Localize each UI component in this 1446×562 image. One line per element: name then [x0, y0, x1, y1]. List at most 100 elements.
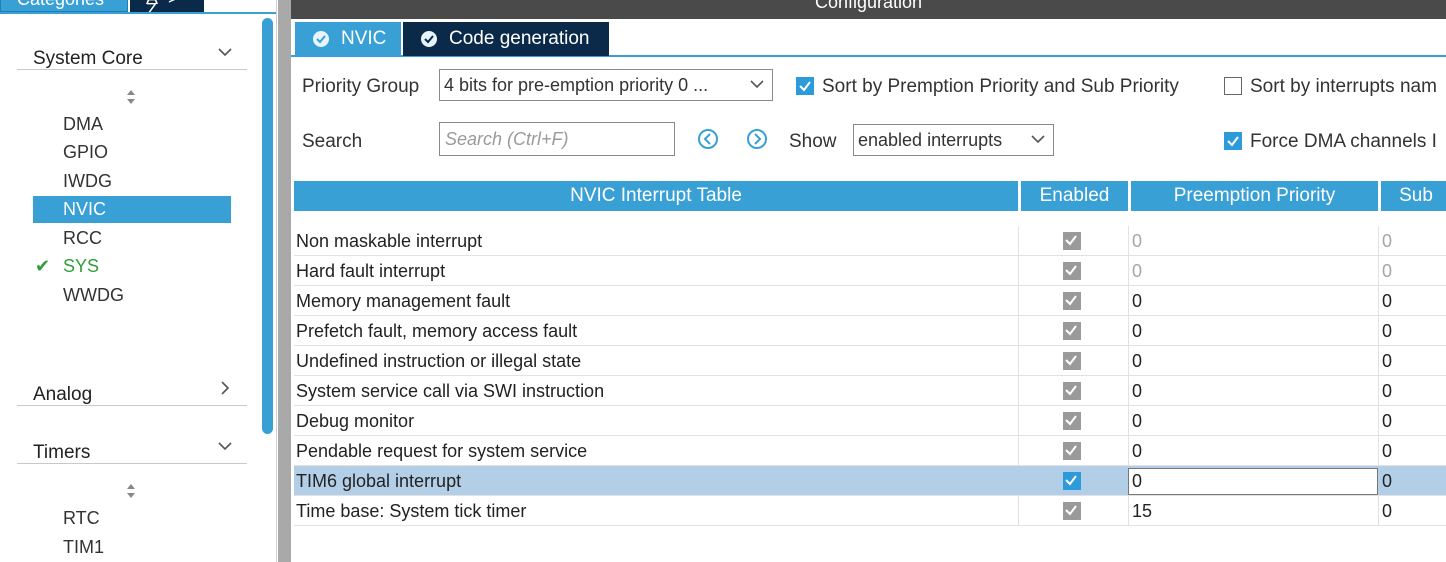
interrupt-name: Time base: System tick timer [296, 501, 527, 521]
scroll-up-down-icon[interactable] [125, 482, 137, 500]
sidebar-item-wwdg[interactable]: WWDG [33, 282, 231, 309]
sub-priority-value[interactable]: 0 [1382, 316, 1392, 347]
sub-priority-value[interactable]: 0 [1382, 376, 1392, 407]
sort-premption-checkbox[interactable] [796, 77, 814, 95]
scrollbar-thumb[interactable] [262, 18, 273, 434]
table-row[interactable]: Pendable request for system service 0 0 [294, 436, 1446, 466]
tab-categories[interactable]: Categories [0, 0, 128, 12]
checkmark-icon [1065, 295, 1077, 306]
sidebar-item-label: RTC [63, 508, 100, 528]
enabled-checkbox[interactable] [1063, 442, 1081, 460]
interrupt-name: Undefined instruction or illegal state [296, 351, 582, 371]
tab-code-generation[interactable]: Code generation [403, 22, 609, 56]
enabled-checkbox[interactable] [1063, 232, 1081, 250]
sidebar-item-rcc[interactable]: RCC [33, 225, 231, 252]
check-circle-icon [313, 31, 329, 47]
search-next-icon[interactable] [746, 128, 768, 150]
interrupt-name: Prefetch fault, memory access fault [296, 321, 578, 341]
sort-premption-label: Sort by Premption Priority and Sub Prior… [822, 76, 1179, 97]
search-label: Search [302, 131, 363, 152]
sub-priority-value[interactable]: 0 [1382, 436, 1392, 467]
column-header-sub[interactable]: Sub [1381, 181, 1446, 211]
preemption-priority-value[interactable]: 0 [1132, 286, 1142, 317]
enabled-checkbox[interactable] [1063, 382, 1081, 400]
sidebar-item-dma[interactable]: DMA [33, 111, 231, 138]
group-analog[interactable]: Analog [17, 370, 247, 406]
table-row[interactable]: Hard fault interrupt 0 0 [294, 256, 1446, 286]
sub-priority-value[interactable]: 0 [1382, 346, 1392, 377]
interrupt-name: Non maskable interrupt [296, 231, 483, 251]
tab-a-z[interactable]: A -> Z [130, 0, 204, 19]
checkmark-icon [1065, 385, 1077, 396]
chevron-right-icon [221, 381, 230, 395]
enabled-checkbox[interactable] [1063, 412, 1081, 430]
tab-nvic-label: NVIC [341, 28, 387, 49]
preemption-priority-value[interactable]: 0 [1132, 436, 1142, 467]
preemption-priority-value[interactable]: 15 [1132, 496, 1152, 527]
interrupt-name: Pendable request for system service [296, 441, 588, 461]
sidebar-item-tim1[interactable]: TIM1 [33, 534, 231, 561]
sub-priority-value[interactable]: 0 [1382, 496, 1392, 527]
sort-name-checkbox[interactable] [1224, 77, 1242, 95]
table-row[interactable]: Prefetch fault, memory access fault 0 0 [294, 316, 1446, 346]
preemption-priority-value[interactable]: 0 [1132, 406, 1142, 437]
interrupt-name: Debug monitor [296, 411, 415, 431]
sub-priority-value[interactable]: 0 [1382, 226, 1392, 257]
sidebar-item-sys[interactable]: ✔ SYS [33, 253, 231, 280]
group-system-core[interactable]: System Core [17, 34, 247, 70]
priority-group-select[interactable]: 4 bits for pre-emption priority 0 ... [439, 69, 773, 101]
sidebar-item-label: WWDG [63, 285, 124, 305]
preemption-priority-value[interactable]: 0 [1132, 346, 1142, 377]
search-placeholder: Search (Ctrl+F) [445, 129, 569, 149]
chevron-down-icon [1031, 135, 1045, 144]
sidebar-item-label: GPIO [63, 142, 109, 162]
preemption-priority-value[interactable]: 0 [1132, 256, 1142, 287]
sub-priority-value[interactable]: 0 [1382, 256, 1392, 287]
sub-priority-value[interactable]: 0 [1382, 286, 1392, 317]
panel-title-text: Configuration [814, 0, 923, 12]
table-row[interactable]: Undefined instruction or illegal state 0 0 [294, 346, 1446, 376]
search-previous-icon[interactable] [697, 128, 719, 150]
table-row[interactable]: Debug monitor 0 0 [294, 406, 1446, 436]
enabled-checkbox[interactable] [1063, 262, 1081, 280]
enabled-checkbox[interactable] [1063, 502, 1081, 520]
enabled-checkbox[interactable] [1063, 292, 1081, 310]
sidebar-item-gpio[interactable]: GPIO [33, 139, 231, 166]
preemption-priority-value[interactable]: 0 [1132, 316, 1142, 347]
checkmark-icon [1065, 445, 1077, 456]
scroll-up-down-icon[interactable] [125, 88, 137, 106]
tab-nvic[interactable]: NVIC [295, 22, 401, 56]
group-system-core-label: System Core [33, 48, 143, 69]
preemption-editor[interactable] [1128, 468, 1378, 495]
table-row[interactable]: TIM6 global interrupt 0 0 [294, 466, 1446, 496]
preemption-priority-value[interactable]: 0 [1132, 226, 1142, 257]
checkmark-icon [1227, 136, 1239, 147]
tab-a-z-label: A -> Z [146, 0, 179, 20]
panel-splitter[interactable] [278, 0, 291, 562]
search-input[interactable]: Search (Ctrl+F) [439, 122, 675, 156]
column-header-preemption[interactable]: Preemption Priority [1131, 181, 1378, 211]
sidebar-item-iwdg[interactable]: IWDG [33, 168, 231, 195]
force-dma-label: Force DMA channels I [1250, 131, 1437, 152]
enabled-checkbox[interactable] [1063, 472, 1081, 490]
enabled-checkbox[interactable] [1063, 352, 1081, 370]
check-circle-icon [421, 31, 437, 47]
config-tabbar: NVIC Code generation [291, 19, 1446, 57]
sub-priority-value[interactable]: 0 [1382, 406, 1392, 437]
preemption-priority-value[interactable]: 0 [1132, 466, 1142, 497]
sidebar-item-nvic[interactable]: NVIC [33, 196, 231, 223]
show-select[interactable]: enabled interrupts [853, 124, 1054, 156]
preemption-priority-value[interactable]: 0 [1132, 376, 1142, 407]
column-header-name[interactable]: NVIC Interrupt Table [294, 181, 1018, 211]
sidebar-item-rtc[interactable]: RTC [33, 505, 231, 532]
enabled-checkbox[interactable] [1063, 322, 1081, 340]
table-row[interactable]: System service call via SWI instruction 0… [294, 376, 1446, 406]
table-row[interactable]: Non maskable interrupt 0 0 [294, 226, 1446, 256]
column-header-enabled[interactable]: Enabled [1021, 181, 1128, 211]
sub-priority-value[interactable]: 0 [1382, 466, 1392, 497]
table-row[interactable]: Memory management fault 0 0 [294, 286, 1446, 316]
group-timers[interactable]: Timers [17, 428, 247, 464]
force-dma-checkbox[interactable] [1224, 132, 1242, 150]
table-row[interactable]: Time base: System tick timer 15 0 [294, 496, 1446, 526]
sidebar-item-label: DMA [63, 114, 103, 134]
